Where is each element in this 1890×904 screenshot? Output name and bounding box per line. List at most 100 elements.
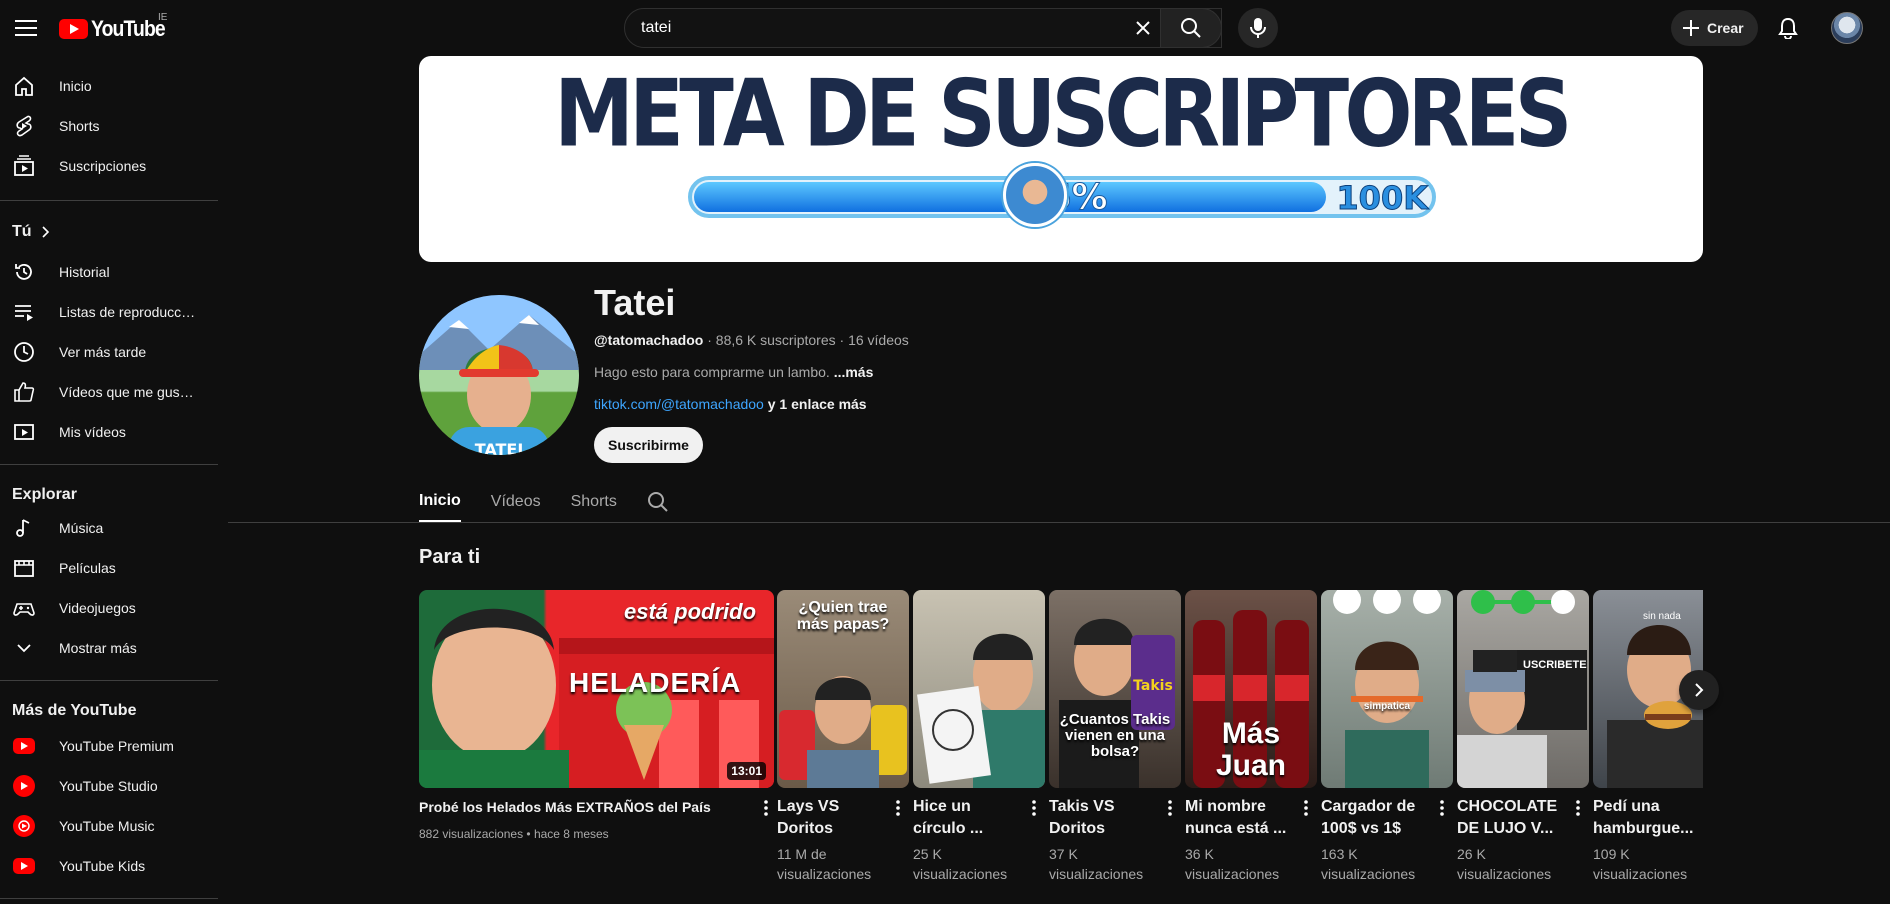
menu-icon[interactable] [10,12,42,44]
chevron-right-icon [40,226,50,238]
more-actions-icon[interactable] [1435,796,1449,820]
history-icon [12,260,36,284]
subscriber-count: 88,6 K suscriptores [715,332,836,348]
watch-later-icon [12,340,36,364]
more-actions-icon[interactable] [1163,796,1177,820]
views-line: 36 K [1185,846,1214,862]
notifications-bell-icon[interactable] [1772,12,1804,44]
short-thumbnail[interactable]: USCRIBETE [1457,590,1589,788]
thumbs-up-icon [12,380,36,404]
channel-meta: @tatomachadoo · 88,6 K suscriptores · 16… [594,332,909,348]
video-title[interactable]: Probé los Helados Más EXTRAÑOS del País [419,796,739,818]
views-line: 37 K [1049,846,1078,862]
sidebar-item-label: Ver más tarde [59,344,147,360]
youtube-premium-icon [12,734,36,758]
sidebar-item-label: YouTube Music [59,818,155,834]
short-thumbnail[interactable]: ¿Quien trae más papas? [777,590,909,788]
sidebar-item-history[interactable]: Historial [0,252,218,292]
views-line: visualizaciones [1049,866,1144,882]
svg-text:Takis: Takis [1133,678,1173,694]
video-thumbnail[interactable]: HELADERÍA está podrido 13:01 [419,590,774,788]
more-actions-icon[interactable] [1027,796,1041,820]
short-title[interactable]: Mi nombre nunca está ... [1185,796,1303,840]
short-views: 109 K visualizaciones [1593,844,1687,884]
channel-handle[interactable]: @tatomachadoo [594,332,703,348]
short-title[interactable]: Hice un círculo ... [913,796,1031,840]
short-thumbnail[interactable]: simpatica [1321,590,1453,788]
sidebar-item-my-videos[interactable]: Mis vídeos [0,412,218,452]
short-title[interactable]: CHOCOLATE DE LUJO V... [1457,796,1575,840]
sidebar-item-show-more[interactable]: Mostrar más [0,628,218,668]
more-actions-icon[interactable] [759,796,773,820]
sidebar-item-youtube-studio[interactable]: YouTube Studio [0,766,218,806]
more-actions-icon[interactable] [1571,796,1585,820]
short-title-line: Mi nombre [1185,798,1266,815]
channel-description[interactable]: Hago esto para comprarme un lambo. ...má… [594,364,873,380]
video-meta: 882 visualizaciones • hace 8 meses [419,827,609,841]
description-more-link[interactable]: ...más [834,364,874,380]
search-input[interactable] [641,19,1121,37]
progress-goal-label: 100K [1336,179,1429,217]
short-title-line: Doritos [777,820,833,837]
short-title[interactable]: Cargador de 100$ vs 1$ [1321,796,1439,840]
sidebar-item-playlists[interactable]: Listas de reproducc… [0,292,218,332]
more-links[interactable]: y 1 enlace más [768,396,867,412]
create-button[interactable]: Crear [1671,10,1758,46]
sidebar-item-watch-later[interactable]: Ver más tarde [0,332,218,372]
more-actions-icon[interactable] [891,796,905,820]
my-videos-icon [12,420,36,444]
search-button[interactable] [1160,8,1222,48]
sidebar-item-label: Mis vídeos [59,424,126,440]
sidebar-item-label: Inicio [59,78,92,94]
playlists-icon [12,300,36,324]
channel-search-icon[interactable] [647,482,669,522]
short-title[interactable]: Lays VS Doritos [777,796,895,840]
short-overlay-text: USCRIBETE [1523,659,1587,671]
sidebar-item-label: Shorts [59,118,100,134]
short-views: 36 K visualizaciones [1185,844,1279,884]
sidebar-item-liked-videos[interactable]: Vídeos que me gus… [0,372,218,412]
sidebar-item-shorts[interactable]: Shorts [0,106,218,146]
clear-search-icon[interactable] [1126,12,1160,44]
short-views: 25 K visualizaciones [913,844,1007,884]
carousel-next-button[interactable] [1679,670,1719,710]
short-views: 37 K visualizaciones [1049,844,1143,884]
account-avatar[interactable] [1831,12,1863,44]
sidebar-item-gaming[interactable]: Videojuegos [0,588,218,628]
tab-shorts[interactable]: Shorts [571,482,617,522]
sidebar-item-label: Suscripciones [59,158,147,174]
sidebar-item-youtube-music[interactable]: YouTube Music [0,806,218,846]
tiktok-link[interactable]: tiktok.com/@tatomachadoo [594,396,764,412]
short-title-line: Cargador de [1321,798,1416,815]
more-actions-icon[interactable] [1299,796,1313,820]
sidebar-divider [0,200,218,201]
subscribe-button[interactable]: Suscribirme [594,427,703,463]
short-title[interactable]: Pedí una hamburgue... [1593,796,1703,840]
voice-search-button[interactable] [1238,8,1278,48]
views-line: 163 K [1321,846,1358,862]
short-overlay-text: sin nada [1643,611,1681,622]
short-title[interactable]: Takis VS Doritos [1049,796,1167,840]
sidebar-you-heading[interactable]: Tú [12,223,50,241]
short-thumbnail[interactable] [913,590,1045,788]
short-thumbnail[interactable]: Takis ¿Cuantos Takis vienen en una bolsa… [1049,590,1181,788]
views-line: 11 M de [777,846,827,862]
youtube-logo[interactable]: YouTube IE [59,12,175,42]
tab-home[interactable]: Inicio [419,482,461,522]
short-title-line: círculo ... [913,820,984,837]
sidebar-item-youtube-premium[interactable]: YouTube Premium [0,726,218,766]
sidebar-item-home[interactable]: Inicio [0,66,218,106]
sidebar-item-subscriptions[interactable]: Suscripciones [0,146,218,186]
sidebar-item-youtube-kids[interactable]: YouTube Kids [0,846,218,886]
short-overlay-text: simpatica [1363,701,1411,712]
tab-videos[interactable]: Vídeos [491,482,541,522]
short-title-line: Hice un [913,798,971,815]
short-views: 11 M de visualizaciones [777,844,871,884]
sidebar-item-movies[interactable]: Películas [0,548,218,588]
channel-avatar: TATEI [419,295,579,455]
views-line: visualizaciones [1593,866,1688,882]
short-thumbnail[interactable]: Más Juan [1185,590,1317,788]
sidebar-item-label: Mostrar más [59,640,137,656]
create-label: Crear [1707,20,1744,36]
sidebar-item-music[interactable]: Música [0,508,218,548]
